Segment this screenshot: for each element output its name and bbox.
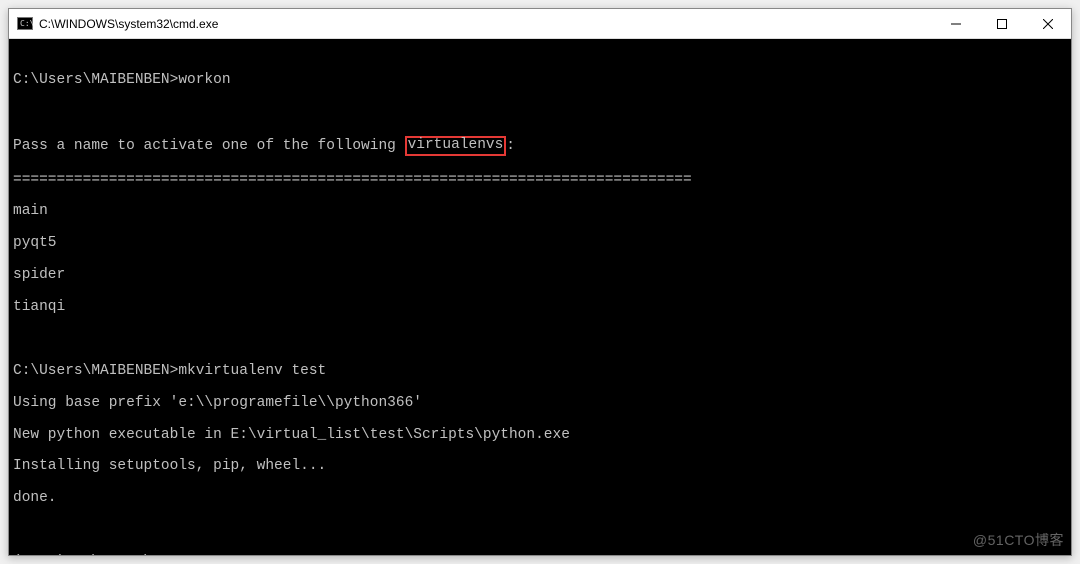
env-item: main <box>13 204 1067 220</box>
prompt-line: C:\Users\MAIBENBEN>mkvirtualenv test <box>13 364 1067 380</box>
output-line: Using base prefix 'e:\\programefile\\pyt… <box>13 396 1067 412</box>
prompt: (test) C:\Users\MAIBENBEN> <box>13 554 239 555</box>
message-suffix: : <box>506 138 515 154</box>
command: workon <box>178 72 230 88</box>
blank-line <box>13 332 1067 348</box>
minimize-button[interactable] <box>933 9 979 39</box>
terminal-output[interactable]: C:\Users\MAIBENBEN>workon Pass a name to… <box>9 39 1071 555</box>
message-line: Pass a name to activate one of the follo… <box>13 137 1067 157</box>
blank-line <box>13 105 1067 121</box>
close-button[interactable] <box>1025 9 1071 39</box>
divider-line: ========================================… <box>13 173 1067 189</box>
window-title: C:\WINDOWS\system32\cmd.exe <box>39 17 218 31</box>
output-line: Installing setuptools, pip, wheel... <box>13 459 1067 475</box>
cmd-icon: C:\ <box>17 16 33 32</box>
highlight-virtualenvs: virtualenvs <box>405 136 507 156</box>
prompt-line: C:\Users\MAIBENBEN>workon <box>13 73 1067 89</box>
env-item: pyqt5 <box>13 236 1067 252</box>
command: mkvirtualenv test <box>178 363 326 379</box>
cmd-window: C:\ C:\WINDOWS\system32\cmd.exe C:\Users… <box>8 8 1072 556</box>
titlebar[interactable]: C:\ C:\WINDOWS\system32\cmd.exe <box>9 9 1071 39</box>
svg-text:C:\: C:\ <box>20 19 33 28</box>
output-line: done. <box>13 491 1067 507</box>
env-item: tianqi <box>13 300 1067 316</box>
message-text: Pass a name to activate one of the follo… <box>13 138 405 154</box>
watermark: @51CTO博客 <box>973 530 1064 550</box>
output-line: New python executable in E:\virtual_list… <box>13 428 1067 444</box>
prompt: C:\Users\MAIBENBEN> <box>13 363 178 379</box>
blank-line <box>13 523 1067 539</box>
env-item: spider <box>13 268 1067 284</box>
prompt: C:\Users\MAIBENBEN> <box>13 72 178 88</box>
maximize-button[interactable] <box>979 9 1025 39</box>
